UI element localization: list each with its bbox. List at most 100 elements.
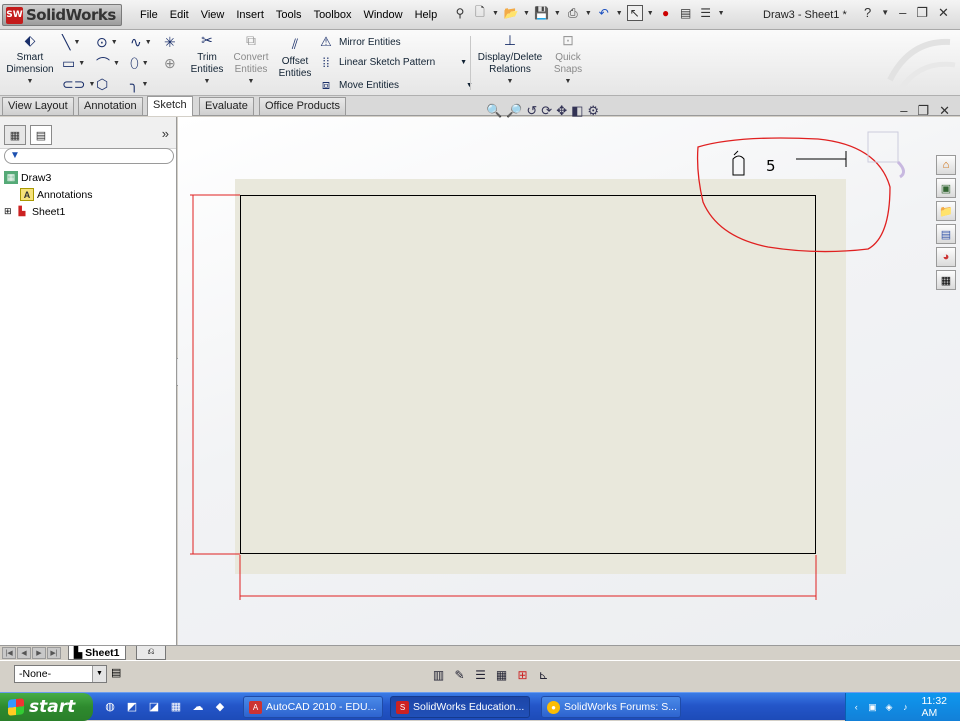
circle-icon[interactable]: ⊙▼ bbox=[96, 32, 130, 53]
first-sheet-icon[interactable]: |◀ bbox=[2, 647, 16, 659]
taskbar-autocad-label: AutoCAD 2010 - EDU... bbox=[266, 701, 376, 713]
options-icon[interactable]: ☰ bbox=[698, 5, 714, 21]
menu-window[interactable]: Window bbox=[357, 9, 408, 21]
mirror-entities-button[interactable]: ⚠ Mirror Entities bbox=[318, 34, 401, 50]
last-sheet-icon[interactable]: ▶| bbox=[47, 647, 61, 659]
start-button[interactable]: start bbox=[0, 693, 93, 721]
solidworks-logo[interactable]: SW SolidWorks bbox=[2, 4, 122, 26]
prev-sheet-icon[interactable]: ◀ bbox=[17, 647, 31, 659]
chrome-icon[interactable]: ◍ bbox=[102, 698, 118, 714]
menu-insert[interactable]: Insert bbox=[230, 9, 270, 21]
save-icon[interactable]: 💾 bbox=[534, 5, 550, 21]
move-entities-icon: ⧈ bbox=[318, 77, 334, 93]
home-icon[interactable]: ⌂ bbox=[936, 155, 956, 175]
undo-icon[interactable]: ↶ bbox=[596, 5, 612, 21]
tray-expand-icon[interactable]: ‹ bbox=[850, 700, 862, 714]
pin-icon[interactable]: ⚲ bbox=[452, 5, 468, 21]
taskbar-solidworks[interactable]: S SolidWorks Education... bbox=[390, 696, 530, 718]
feature-manager-tab-icon[interactable]: ▦ bbox=[4, 125, 26, 145]
hide-show-edges-icon[interactable]: ⊞ bbox=[514, 666, 531, 683]
move-entities-button[interactable]: ⧈ Move Entities ▼ bbox=[318, 77, 473, 93]
slot-icon[interactable]: ⊂⊃▼ bbox=[62, 74, 96, 95]
layer-properties-icon[interactable]: ▤ bbox=[111, 666, 127, 682]
cube-icon[interactable]: ◆ bbox=[212, 698, 228, 714]
menu-tools[interactable]: Tools bbox=[270, 9, 308, 21]
tab-evaluate[interactable]: Evaluate bbox=[199, 97, 254, 115]
display-delete-relations-button[interactable]: ⊥ Display/Delete Relations ▼ bbox=[474, 34, 546, 88]
offset-entities-button[interactable]: ⫽ Offset Entities bbox=[276, 38, 314, 80]
layer-stack-icon[interactable]: ▥ bbox=[430, 666, 447, 683]
autocad-app-icon: A bbox=[249, 701, 262, 714]
volume-tray-icon[interactable]: ♪ bbox=[899, 700, 911, 714]
appearances-icon[interactable]: ◕ bbox=[936, 247, 956, 267]
sketch-entities-grid: ╲▼ ⊙▼ ∿▼ ✳ ▭▼ ⌒▼ ⬯▼ ⊕ ⊂⊃▼ ⬡ ╮▼ bbox=[62, 32, 198, 95]
print-icon[interactable]: ⎙ bbox=[565, 5, 581, 21]
line-thickness-icon[interactable]: ☰ bbox=[472, 666, 489, 683]
smart-dimension-button[interactable]: ⬖ Smart Dimension ▼ bbox=[4, 34, 56, 88]
line-style-icon[interactable]: ▦ bbox=[493, 666, 510, 683]
menu-toolbox[interactable]: Toolbox bbox=[308, 9, 358, 21]
close-icon[interactable]: ✕ bbox=[938, 5, 949, 21]
select-pointer-icon[interactable]: ↖ bbox=[627, 5, 643, 21]
next-sheet-icon[interactable]: ▶ bbox=[32, 647, 46, 659]
display-delete-relations-label: Display/Delete Relations bbox=[478, 52, 542, 75]
expand-icon[interactable]: ⊞ bbox=[4, 206, 12, 217]
security-tray-icon[interactable]: ◈ bbox=[883, 700, 895, 714]
arc-icon[interactable]: ⌒▼ bbox=[96, 53, 130, 74]
menu-edit[interactable]: Edit bbox=[164, 9, 195, 21]
trim-entities-button[interactable]: ✂ Trim Entities ▼ bbox=[188, 34, 226, 88]
tree-sheet-label: Sheet1 bbox=[32, 206, 65, 218]
layer-toolbar: -None- ▼ ▤ ▥ ✎ ☰ ▦ ⊞ ⊾ bbox=[0, 660, 960, 688]
custom-properties-icon[interactable]: ▦ bbox=[936, 270, 956, 290]
tree-annotations[interactable]: A Annotations bbox=[4, 186, 92, 203]
tab-office-products[interactable]: Office Products bbox=[259, 97, 346, 115]
open-folder-icon[interactable]: 📂 bbox=[503, 5, 519, 21]
view-palette-icon[interactable]: ▤ bbox=[936, 224, 956, 244]
clock: 11:32 AM bbox=[922, 695, 960, 719]
file-explorer-icon[interactable]: 📁 bbox=[936, 201, 956, 221]
new-document-icon[interactable]: 🗋 bbox=[472, 5, 488, 21]
add-sheet-icon[interactable]: ⎌ bbox=[136, 646, 166, 660]
autocad-icon[interactable]: ◩ bbox=[124, 698, 140, 714]
tab-view-layout[interactable]: View Layout bbox=[2, 97, 74, 115]
file-properties-icon[interactable]: ▤ bbox=[678, 5, 694, 21]
tab-annotation[interactable]: Annotation bbox=[78, 97, 143, 115]
feature-tree-filter[interactable]: ▼ bbox=[4, 148, 174, 164]
taskbar-autocad[interactable]: A AutoCAD 2010 - EDU... bbox=[243, 696, 383, 718]
document-title: Draw3 - Sheet1 * bbox=[763, 9, 847, 21]
fillet-icon[interactable]: ╮▼ bbox=[130, 74, 164, 95]
help-dropdown-icon[interactable]: ▼ bbox=[881, 8, 889, 21]
line-icon[interactable]: ╲▼ bbox=[62, 32, 96, 53]
solidworks-icon[interactable]: ◪ bbox=[146, 698, 162, 714]
calculator-icon[interactable]: ▦ bbox=[168, 698, 184, 714]
menu-view[interactable]: View bbox=[195, 9, 231, 21]
network-icon[interactable]: ☁ bbox=[190, 698, 206, 714]
minimize-icon[interactable]: – bbox=[899, 5, 906, 21]
polygon-icon[interactable]: ⬡ bbox=[96, 74, 130, 95]
rectangle-icon[interactable]: ▭▼ bbox=[62, 53, 96, 74]
rebuild-traffic-light-icon[interactable]: ● bbox=[658, 5, 674, 21]
line-color-icon[interactable]: ✎ bbox=[451, 666, 468, 683]
property-manager-tab-icon[interactable]: ▤ bbox=[30, 125, 52, 145]
convert-entities-button[interactable]: ⧉ Convert Entities ▼ bbox=[229, 34, 273, 88]
graphics-area[interactable]: 🔍 🔎 ↺ ⟳ ✥ ◧ ⚙ – ❐ ✕ 5 bbox=[178, 117, 960, 645]
design-library-icon[interactable]: ▣ bbox=[936, 178, 956, 198]
sheet-tab[interactable]: ▙ Sheet1 bbox=[68, 646, 126, 660]
ellipse-icon[interactable]: ⬯▼ bbox=[130, 53, 164, 74]
restore-icon[interactable]: ❐ bbox=[916, 5, 928, 21]
expand-panel-icon[interactable]: » bbox=[162, 126, 169, 141]
tree-root[interactable]: ▦ Draw3 bbox=[4, 169, 92, 186]
menu-help[interactable]: Help bbox=[409, 9, 444, 21]
solidworks-logo-icon: SW bbox=[6, 7, 23, 24]
color-display-icon[interactable]: ⊾ bbox=[535, 666, 552, 683]
spline-icon[interactable]: ∿▼ bbox=[130, 32, 164, 53]
taskbar-chrome[interactable]: ● SolidWorks Forums: S... bbox=[541, 696, 681, 718]
help-icon[interactable]: ? bbox=[864, 5, 871, 21]
network-tray-icon[interactable]: ▣ bbox=[866, 700, 878, 714]
tree-sheet[interactable]: ⊞ ▙ Sheet1 bbox=[4, 203, 92, 220]
linear-sketch-pattern-button[interactable]: ⁞⁞ Linear Sketch Pattern ▼ bbox=[318, 55, 467, 70]
quick-snaps-button[interactable]: ⊡ Quick Snaps ▼ bbox=[548, 34, 588, 88]
tab-sketch[interactable]: Sketch bbox=[147, 96, 193, 116]
layer-select[interactable]: -None- ▼ bbox=[14, 665, 107, 683]
menu-file[interactable]: File bbox=[134, 9, 164, 21]
